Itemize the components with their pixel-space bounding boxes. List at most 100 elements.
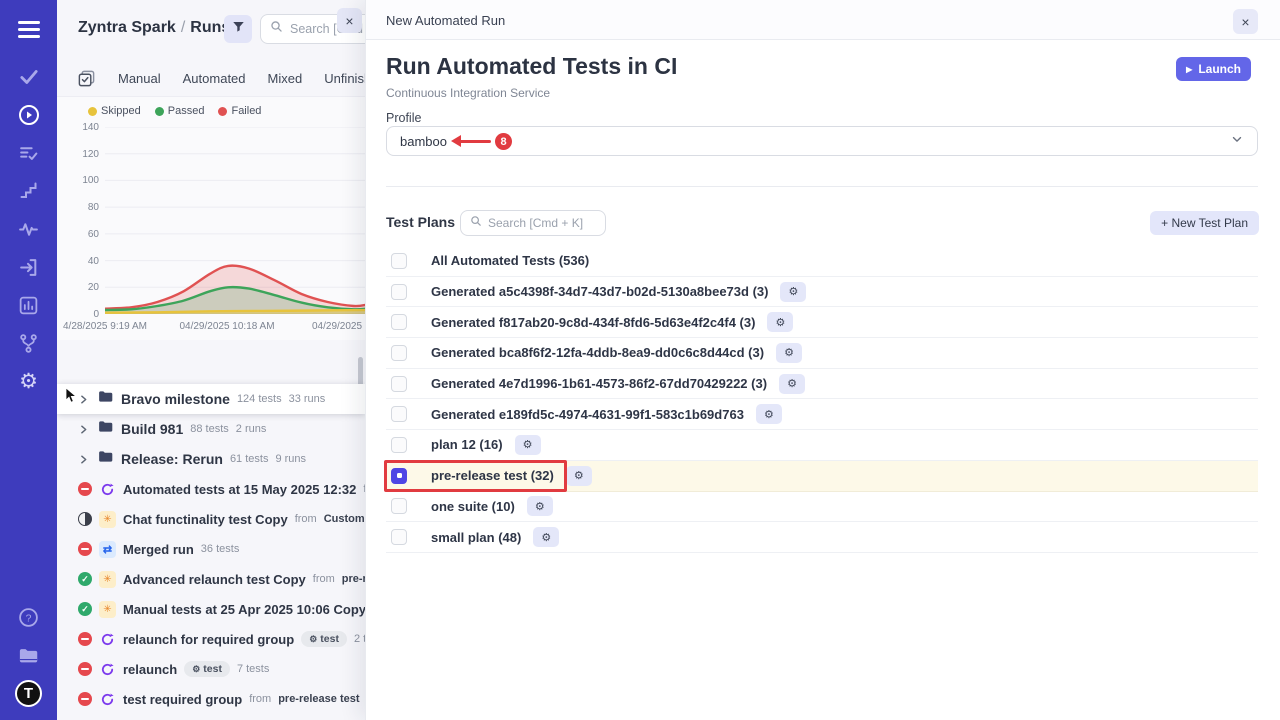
- milestone-row[interactable]: Release: Rerun61 tests9 runs: [57, 444, 365, 474]
- tab-unfinished[interactable]: Unfinished: [324, 71, 365, 86]
- run-name: Automated tests at 15 May 2025 12:32: [123, 482, 356, 497]
- run-row[interactable]: relaunch⚙test7 tests: [57, 654, 365, 684]
- branch-icon[interactable]: [0, 324, 57, 362]
- close-icon[interactable]: ×: [337, 8, 362, 33]
- annotation-number-badge: 8: [495, 133, 512, 150]
- checkbox-checked[interactable]: [391, 468, 407, 484]
- chevron-right-icon[interactable]: [78, 424, 90, 435]
- checkbox-unchecked[interactable]: [391, 529, 407, 545]
- test-plan-row[interactable]: Generated f817ab20-9c8d-434f-8fd6-5d63e4…: [386, 307, 1258, 338]
- projects-folder-icon[interactable]: [0, 636, 57, 674]
- gear-icon: ⚙: [192, 664, 200, 675]
- checkbox-unchecked[interactable]: [391, 498, 407, 514]
- panel-title: Run Automated Tests in CI: [386, 53, 677, 80]
- plan-settings-gear-icon[interactable]: ⚙: [515, 435, 541, 455]
- filter-button[interactable]: [224, 15, 252, 43]
- tab-mixed[interactable]: Mixed: [268, 71, 303, 86]
- milestone-row[interactable]: Bravo milestone124 tests33 runs: [57, 384, 365, 414]
- new-test-plan-button[interactable]: + New Test Plan: [1150, 211, 1259, 235]
- status-passed-icon: ✓: [78, 572, 92, 586]
- runs-tabs: Manual Automated Mixed Unfinished: [77, 62, 365, 94]
- divider: [386, 186, 1258, 187]
- plan-settings-gear-icon[interactable]: ⚙: [527, 496, 553, 516]
- hamburger-menu-icon[interactable]: [18, 14, 40, 44]
- checkbox-unchecked[interactable]: [391, 376, 407, 392]
- tests-count: 61 tests: [230, 453, 269, 465]
- profile-select[interactable]: bamboo: [386, 126, 1258, 156]
- checkbox-unchecked[interactable]: [391, 437, 407, 453]
- test-plan-row[interactable]: Generated a5c4398f-34d7-43d7-b02d-5130a8…: [386, 277, 1258, 308]
- bar-chart-icon[interactable]: [0, 286, 57, 324]
- y-tick-label: 120: [67, 149, 99, 160]
- y-tick-label: 140: [67, 122, 99, 133]
- run-row[interactable]: Automated tests at 15 May 2025 12:32from…: [57, 474, 365, 504]
- run-row[interactable]: ✳Chat functinality test CopyfromCustom S…: [57, 504, 365, 534]
- legend-label: Passed: [168, 105, 205, 117]
- test-plan-row[interactable]: pre-release test (32) ⚙: [386, 461, 1258, 492]
- test-plan-row[interactable]: plan 12 (16)⚙: [386, 430, 1258, 461]
- checkbox-unchecked[interactable]: [391, 345, 407, 361]
- test-plan-row[interactable]: one suite (10)⚙: [386, 492, 1258, 523]
- select-all-icon[interactable]: [77, 69, 96, 88]
- panel-header-title: New Automated Run: [386, 13, 505, 28]
- app-logo[interactable]: T: [0, 674, 57, 712]
- milestone-row[interactable]: Build 98188 tests2 runs: [57, 414, 365, 444]
- folder-icon: [97, 388, 114, 410]
- import-icon[interactable]: [0, 248, 57, 286]
- tab-automated[interactable]: Automated: [183, 71, 246, 86]
- status-failed-icon: [78, 542, 92, 556]
- test-plan-row[interactable]: small plan (48)⚙: [386, 522, 1258, 553]
- test-plan-row[interactable]: Generated bca8f6f2-12fa-4ddb-8ea9-dd0c6c…: [386, 338, 1258, 369]
- plan-settings-gear-icon[interactable]: ⚙: [767, 312, 793, 332]
- brand-name: Zyntra Spark: [78, 19, 176, 36]
- chevron-right-icon[interactable]: [78, 454, 90, 465]
- test-plans-label: Test Plans: [386, 214, 455, 230]
- run-row[interactable]: relaunch for required group⚙test2 tests: [57, 624, 365, 654]
- test-plan-row[interactable]: Generated e189fd5c-4974-4631-99f1-583c1b…: [386, 399, 1258, 430]
- panel-close-icon[interactable]: ×: [1233, 9, 1258, 34]
- pulse-icon[interactable]: [0, 210, 57, 248]
- plan-settings-gear-icon[interactable]: ⚙: [566, 466, 592, 486]
- test-plan-label: Generated bca8f6f2-12fa-4ddb-8ea9-dd0c6c…: [431, 345, 764, 360]
- run-row[interactable]: ⇄Merged run36 tests: [57, 534, 365, 564]
- y-tick-label: 0: [67, 309, 99, 320]
- panel-header: New Automated Run: [366, 0, 1280, 40]
- checkbox-unchecked[interactable]: [391, 253, 407, 269]
- plan-settings-gear-icon[interactable]: ⚙: [776, 343, 802, 363]
- test-plan-label: pre-release test (32): [431, 468, 554, 483]
- checkbox-unchecked[interactable]: [391, 406, 407, 422]
- launch-button[interactable]: ▶ Launch: [1176, 57, 1251, 81]
- checkbox-unchecked[interactable]: [391, 284, 407, 300]
- new-automated-run-panel: New Automated Run × Run Automated Tests …: [365, 0, 1280, 720]
- test-plans-search-input[interactable]: Search [Cmd + K]: [460, 210, 606, 236]
- run-row[interactable]: ✓✳Manual tests at 25 Apr 2025 10:06 Copy…: [57, 594, 365, 624]
- run-row[interactable]: test required groupfrompre-release test⚙…: [57, 684, 365, 714]
- test-plan-row[interactable]: All Automated Tests (536): [386, 246, 1258, 277]
- steps-icon[interactable]: [0, 172, 57, 210]
- checkbox-unchecked[interactable]: [391, 314, 407, 330]
- test-plan-label: All Automated Tests (536): [431, 253, 589, 268]
- help-icon[interactable]: ?: [0, 598, 57, 636]
- plan-settings-gear-icon[interactable]: ⚙: [533, 527, 559, 547]
- play-circle-icon[interactable]: [0, 96, 57, 134]
- gear-icon[interactable]: ⚙: [0, 362, 57, 400]
- tab-manual[interactable]: Manual: [118, 71, 161, 86]
- panel-subtitle: Continuous Integration Service: [386, 86, 550, 100]
- tests-count: 2 tests: [354, 633, 365, 645]
- run-name: Chat functinality test Copy: [123, 512, 288, 527]
- funnel-icon: [231, 19, 246, 39]
- merged-run-icon: ⇄: [99, 541, 116, 558]
- manual-run-icon: ✳: [99, 601, 116, 618]
- run-name: Manual tests at 25 Apr 2025 10:06 Copy: [123, 602, 365, 617]
- test-plan-row[interactable]: Generated 4e7d1996-1b61-4573-86f2-67dd70…: [386, 369, 1258, 400]
- plan-settings-gear-icon[interactable]: ⚙: [779, 374, 805, 394]
- svg-text:?: ?: [26, 612, 32, 624]
- legend-item: Skipped: [88, 105, 141, 117]
- run-row[interactable]: ✓✳Advanced relaunch test Copyfrompre-rel…: [57, 564, 365, 594]
- chevron-right-icon[interactable]: [78, 394, 90, 405]
- plan-settings-gear-icon[interactable]: ⚙: [756, 404, 782, 424]
- legend-dot: [88, 107, 97, 116]
- check-icon[interactable]: [0, 58, 57, 96]
- plan-settings-gear-icon[interactable]: ⚙: [780, 282, 806, 302]
- list-check-icon[interactable]: [0, 134, 57, 172]
